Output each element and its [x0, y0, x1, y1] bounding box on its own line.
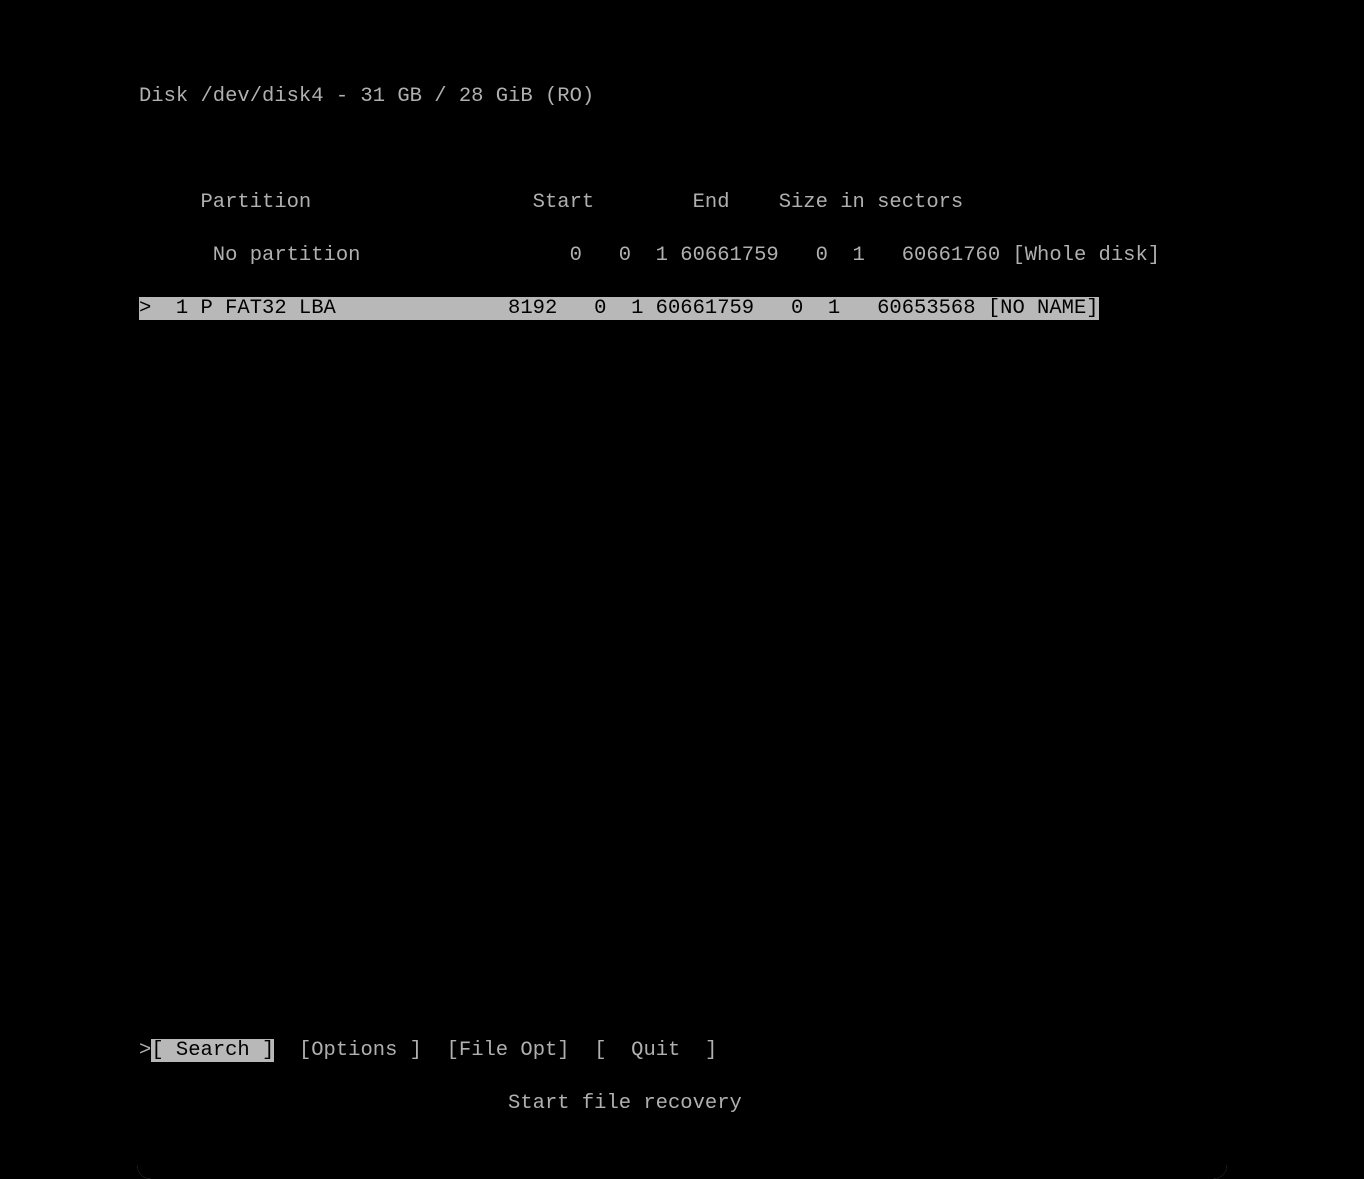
- blank-line: [137, 561, 1227, 588]
- blank-line: [137, 826, 1227, 853]
- partition-table-header: Partition Start End Size in sectors: [137, 190, 1227, 217]
- menu-fileopt-button[interactable]: [File Opt]: [447, 1039, 570, 1062]
- blank-line: [137, 985, 1227, 1012]
- partition-row-selected[interactable]: > 1 P FAT32 LBA 8192 0 1 60661759 0 1 60…: [137, 296, 1227, 323]
- app-url-line: https://www.cgsecurity.org: [137, 0, 1227, 5]
- menu-search-button[interactable]: [ Search ]: [151, 1039, 274, 1062]
- menu-gap: [274, 1039, 299, 1062]
- terminal-content[interactable]: PhotoRec 7.1, Data Recovery Utility, Jul…: [137, 0, 1227, 1179]
- blank-line: [137, 455, 1227, 482]
- disk-info: Disk /dev/disk4 - 31 GB / 28 GiB (RO): [137, 84, 1227, 111]
- menu-gap: [570, 1039, 595, 1062]
- menu-bar: >[ Search ] [Options ] [File Opt] [ Quit…: [137, 1038, 1227, 1065]
- partition-row-whole-disk[interactable]: No partition 0 0 1 60661759 0 1 60661760…: [137, 243, 1227, 270]
- blank-line: [137, 720, 1227, 747]
- blank-line: [137, 137, 1227, 164]
- menu-gap: [422, 1039, 447, 1062]
- hint-line: Start file recovery: [137, 1091, 1227, 1118]
- menu-quit-button[interactable]: [ Quit ]: [594, 1039, 717, 1062]
- blank-line: [137, 402, 1227, 429]
- blank-line: [137, 667, 1227, 694]
- blank-line: [137, 614, 1227, 641]
- blank-line: [137, 508, 1227, 535]
- blank-line: [137, 932, 1227, 959]
- menu-options-button[interactable]: [Options ]: [299, 1039, 422, 1062]
- menu-prefix: >: [139, 1039, 151, 1062]
- blank-line: [137, 879, 1227, 906]
- blank-line: [137, 773, 1227, 800]
- terminal-window: writing_posts — photorec ◂ sudo — 80×24 …: [137, 0, 1227, 1179]
- blank-line: [137, 31, 1227, 58]
- blank-line: [137, 349, 1227, 376]
- partition-row-fat32[interactable]: > 1 P FAT32 LBA 8192 0 1 60661759 0 1 60…: [139, 297, 1099, 320]
